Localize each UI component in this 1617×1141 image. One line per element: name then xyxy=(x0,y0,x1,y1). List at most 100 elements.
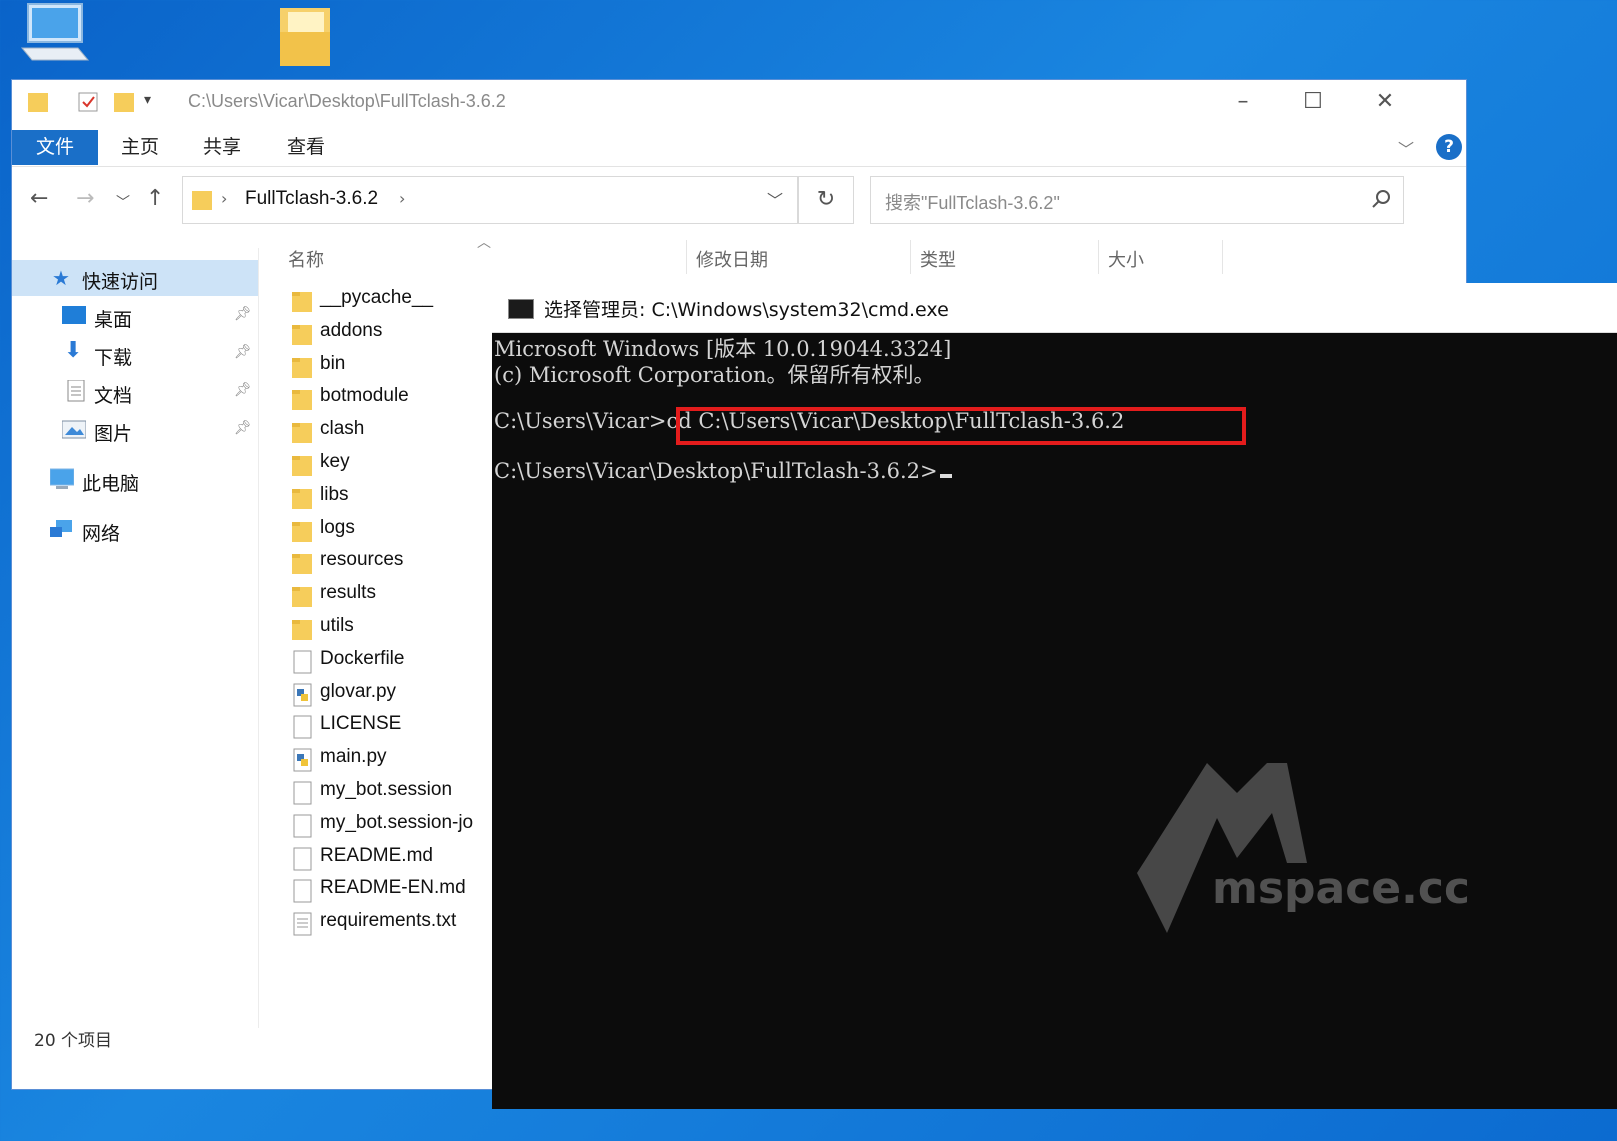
refresh-icon[interactable]: ↻ xyxy=(798,176,854,224)
folder-icon xyxy=(292,521,312,542)
properties-icon[interactable] xyxy=(76,90,100,114)
cmd-titlebar[interactable]: 选择管理员: C:\Windows\system32\cmd.exe xyxy=(492,283,1617,333)
address-dropdown-icon[interactable]: ﹀ xyxy=(767,187,783,211)
breadcrumb-chevron-icon[interactable]: › xyxy=(399,189,405,208)
list-item[interactable]: logs xyxy=(292,515,492,547)
list-item[interactable]: LICENSE xyxy=(292,711,492,743)
sidebar-item-this-pc[interactable]: 此电脑 xyxy=(12,462,258,498)
maximize-icon[interactable]: ☐ xyxy=(1290,86,1336,118)
column-divider[interactable] xyxy=(910,240,911,274)
minimize-icon[interactable]: – xyxy=(1220,86,1266,118)
list-item[interactable]: utils xyxy=(292,613,492,645)
forward-icon[interactable]: → xyxy=(76,186,94,211)
folder-desktop-icon[interactable] xyxy=(276,2,334,70)
file-name: README.md xyxy=(320,844,433,866)
list-item[interactable]: README.md xyxy=(292,843,492,875)
folder-icon xyxy=(292,292,312,312)
sidebar-item-desktop[interactable]: 桌面 📌︎ xyxy=(12,298,258,334)
address-bar[interactable]: › FullTclash-3.6.2 › ﹀ xyxy=(182,176,798,224)
list-item[interactable]: my_bot.session-jo xyxy=(292,810,492,842)
sidebar-item-label: 图片 xyxy=(94,423,133,445)
file-name: utils xyxy=(320,615,354,636)
column-divider[interactable] xyxy=(1098,240,1099,274)
breadcrumb[interactable]: FullTclash-3.6.2 xyxy=(245,188,378,210)
file-name: requirements.txt xyxy=(320,910,457,932)
list-item[interactable]: bin xyxy=(292,351,492,383)
file-name: clash xyxy=(320,418,365,440)
tab-home[interactable]: 主页 xyxy=(110,130,170,165)
list-item[interactable]: __pycache__ xyxy=(292,285,492,317)
column-name[interactable]: 名称 xyxy=(288,246,324,272)
list-item[interactable]: libs xyxy=(292,482,492,514)
breadcrumb-chevron-icon[interactable]: › xyxy=(221,189,227,208)
list-item[interactable]: README-EN.md xyxy=(292,875,492,907)
folder-icon xyxy=(28,93,48,112)
explorer-titlebar[interactable]: ▾ C:\Users\Vicar\Desktop\FullTclash-3.6.… xyxy=(12,80,1466,126)
column-divider[interactable] xyxy=(686,240,687,274)
pin-icon[interactable]: 📌︎ xyxy=(234,306,252,322)
file-icon xyxy=(293,715,312,739)
list-item[interactable]: glovar.py xyxy=(292,679,492,711)
tab-view[interactable]: 查看 xyxy=(276,130,336,165)
file-name: bin xyxy=(320,352,346,374)
file-name: libs xyxy=(320,483,349,505)
list-item[interactable]: results xyxy=(292,580,492,612)
file-name: my_bot.session xyxy=(320,779,453,800)
list-item[interactable]: addons xyxy=(292,318,492,350)
pin-icon[interactable]: 📌︎ xyxy=(234,344,252,360)
new-folder-icon[interactable] xyxy=(112,90,136,114)
sidebar-item-pictures[interactable]: 图片 📌︎ xyxy=(12,412,258,448)
column-size[interactable]: 大小 xyxy=(1108,246,1144,272)
status-item-count: 20 个项目 xyxy=(34,1031,113,1051)
recent-locations-icon[interactable]: ﹀ xyxy=(116,192,130,212)
list-item[interactable]: my_bot.session xyxy=(292,777,492,809)
list-item[interactable]: botmodule xyxy=(292,383,492,415)
file-icon xyxy=(293,814,312,838)
quick-access-dropdown-icon[interactable]: ▾ xyxy=(144,92,151,108)
list-item[interactable]: requirements.txt xyxy=(292,908,492,940)
sidebar-item-quick-access[interactable]: ★ 快速访问 xyxy=(12,260,258,296)
file-name: Dockerfile xyxy=(320,647,405,669)
back-icon[interactable]: ← xyxy=(30,186,48,211)
file-name: addons xyxy=(320,319,383,341)
column-type[interactable]: 类型 xyxy=(920,246,956,272)
cmd-icon xyxy=(508,299,534,319)
desktop-icon xyxy=(62,306,86,324)
sidebar-item-label: 网络 xyxy=(82,523,121,545)
list-item[interactable]: clash xyxy=(292,416,492,448)
sidebar-item-network[interactable]: 网络 xyxy=(12,512,258,548)
search-input[interactable]: 搜索"FullTclash-3.6.2" xyxy=(870,176,1404,224)
column-divider[interactable] xyxy=(1222,240,1223,274)
file-icon xyxy=(293,879,312,903)
this-pc-icon xyxy=(50,468,74,489)
file-icon xyxy=(293,781,312,805)
pin-icon[interactable]: 📌︎ xyxy=(234,382,252,398)
sidebar-item-downloads[interactable]: ⬇ 下载 📌︎ xyxy=(12,336,258,372)
search-icon[interactable] xyxy=(1371,189,1391,209)
close-icon[interactable]: ✕ xyxy=(1362,86,1408,118)
terminal-output[interactable]: Microsoft Windows [版本 10.0.19044.3324] (… xyxy=(492,333,1617,1109)
search-placeholder: 搜索"FullTclash-3.6.2" xyxy=(885,193,1060,213)
tab-share[interactable]: 共享 xyxy=(192,130,252,165)
pin-icon[interactable]: 📌︎ xyxy=(234,420,252,436)
python-file-icon xyxy=(293,748,312,772)
help-icon[interactable]: ? xyxy=(1436,134,1462,160)
column-date-modified[interactable]: 修改日期 xyxy=(696,246,768,272)
file-name: main.py xyxy=(320,746,387,768)
sidebar-item-documents[interactable]: 文档 📌︎ xyxy=(12,374,258,410)
list-item[interactable]: resources xyxy=(292,547,492,579)
up-icon[interactable]: ↑ xyxy=(146,186,164,211)
text-cursor xyxy=(939,474,952,478)
file-name: results xyxy=(320,582,376,604)
list-item[interactable]: key xyxy=(292,449,492,481)
list-item[interactable]: main.py xyxy=(292,744,492,776)
sidebar-item-label: 桌面 xyxy=(94,309,133,331)
window-title: C:\Users\Vicar\Desktop\FullTclash-3.6.2 xyxy=(188,91,506,111)
file-name: key xyxy=(320,451,350,472)
folder-icon xyxy=(292,587,312,608)
list-item[interactable]: Dockerfile xyxy=(292,646,492,678)
expand-ribbon-icon[interactable]: ﹀ xyxy=(1398,136,1414,160)
tab-file[interactable]: 文件 xyxy=(12,130,98,165)
file-icon xyxy=(293,650,312,674)
this-pc-desktop-icon[interactable] xyxy=(18,2,90,66)
